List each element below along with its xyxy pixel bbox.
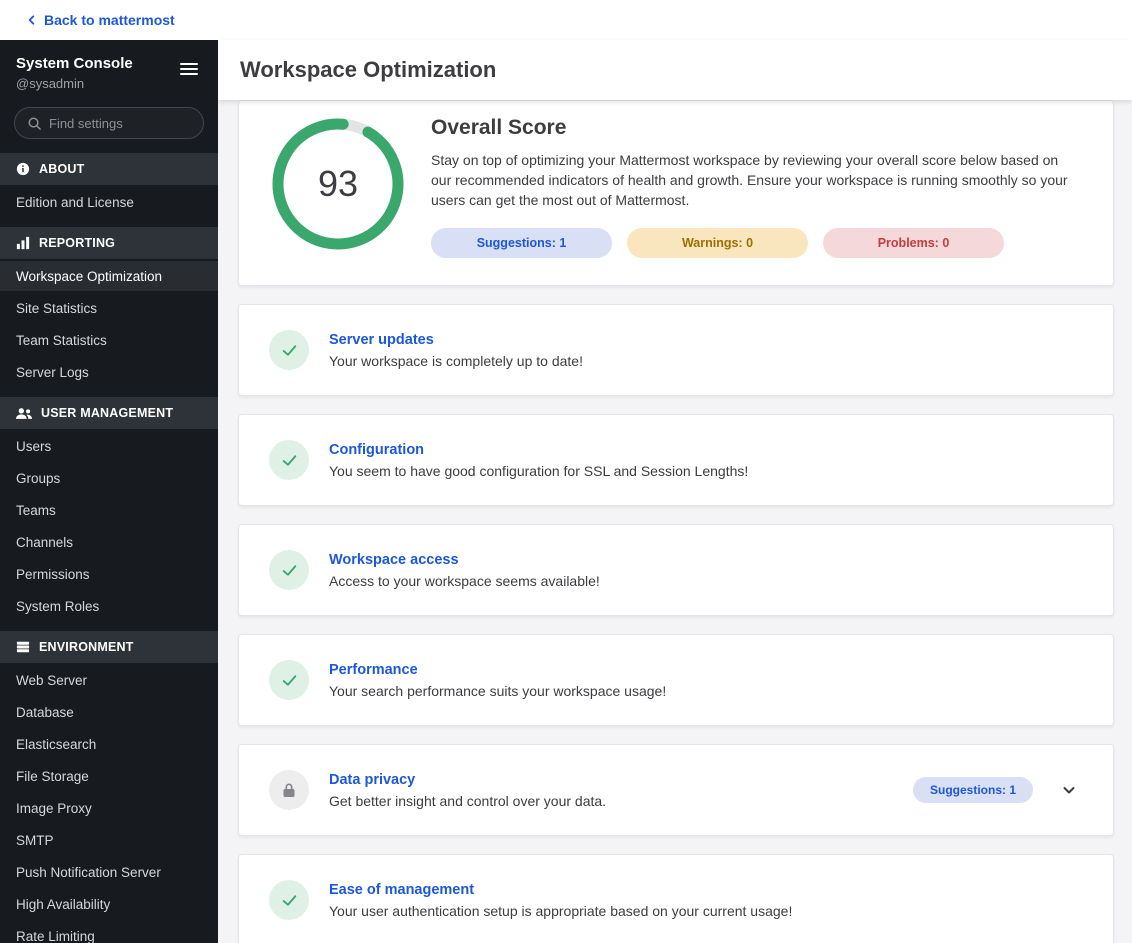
- card-title-link[interactable]: Ease of management: [329, 882, 1083, 898]
- card-title-link[interactable]: Performance: [329, 662, 1083, 678]
- search-input[interactable]: [49, 115, 191, 131]
- card-title-link[interactable]: Server updates: [329, 332, 1083, 348]
- card-text: Data privacy Get better insight and contr…: [329, 772, 913, 809]
- overview-right: Overall Score Stay on top of optimizing …: [407, 115, 1085, 285]
- card-description: Your search performance suits your works…: [329, 682, 667, 699]
- info-icon: [16, 162, 30, 176]
- sidebar-section-label: ENVIRONMENT: [39, 640, 134, 654]
- sidebar-item-site-statistics[interactable]: Site Statistics: [0, 293, 218, 323]
- back-to-mattermost-link[interactable]: Back to mattermost: [26, 12, 175, 28]
- sidebar-item-team-statistics[interactable]: Team Statistics: [0, 325, 218, 355]
- score-value: 93: [317, 163, 359, 204]
- card-text: Workspace access Access to your workspace…: [329, 552, 1083, 589]
- card-configuration: Configuration You seem to have good confi…: [238, 414, 1114, 506]
- back-link-label: Back to mattermost: [44, 12, 175, 28]
- sidebar-subtitle: @sysadmin: [16, 76, 85, 91]
- insight-cards: Server updates Your workspace is complete…: [238, 304, 1114, 943]
- overview-badges: Suggestions: 1 Warnings: 0 Problems: 0: [431, 228, 1085, 258]
- card-performance: Performance Your search performance suits…: [238, 634, 1114, 726]
- sidebar-item-smtp[interactable]: SMTP: [0, 825, 218, 855]
- card-text: Ease of management Your user authenticati…: [329, 882, 1083, 919]
- lock-icon: [269, 770, 309, 810]
- check-icon: [269, 550, 309, 590]
- sidebar-section-reporting: REPORTING: [0, 227, 218, 259]
- card-server-updates: Server updates Your workspace is complete…: [238, 304, 1114, 396]
- warnings-badge: Warnings: 0: [627, 228, 808, 258]
- problems-badge: Problems: 0: [823, 228, 1004, 258]
- sidebar-section-user-management: USER MANAGEMENT: [0, 397, 218, 429]
- sidebar-item-permissions[interactable]: Permissions: [0, 559, 218, 589]
- card-text: Performance Your search performance suits…: [329, 662, 1083, 699]
- sidebar-item-system-roles[interactable]: System Roles: [0, 591, 218, 621]
- sidebar-item-channels[interactable]: Channels: [0, 527, 218, 557]
- sidebar-item-workspace-optimization[interactable]: Workspace Optimization: [0, 261, 218, 291]
- sidebar: System Console @sysadmin ABOUT Edition an…: [0, 40, 218, 943]
- chevron-left-icon: [26, 14, 37, 26]
- sidebar-section-about: ABOUT: [0, 153, 218, 185]
- page-header: Workspace Optimization: [218, 40, 1132, 100]
- overall-score-card: 93 Overall Score Stay on top of optimizi…: [238, 100, 1114, 286]
- check-icon: [269, 660, 309, 700]
- sidebar-item-file-storage[interactable]: File Storage: [0, 761, 218, 791]
- sidebar-section-label: REPORTING: [39, 236, 116, 250]
- settings-search: [14, 107, 204, 139]
- sidebar-item-rate-limiting[interactable]: Rate Limiting: [0, 921, 218, 943]
- card-text: Configuration You seem to have good confi…: [329, 442, 1083, 479]
- server-icon: [16, 640, 30, 654]
- sidebar-item-database[interactable]: Database: [0, 697, 218, 727]
- users-icon: [16, 407, 32, 420]
- chevron-down-icon[interactable]: [1061, 782, 1077, 798]
- sidebar-section-label: ABOUT: [39, 162, 85, 176]
- card-data-privacy: Data privacy Get better insight and contr…: [238, 744, 1114, 836]
- sidebar-item-edition-and-license[interactable]: Edition and License: [0, 187, 218, 217]
- sidebar-item-teams[interactable]: Teams: [0, 495, 218, 525]
- sidebar-header: System Console @sysadmin: [0, 40, 218, 101]
- sidebar-nav: ABOUT Edition and License REPORTING Workspa…: [0, 143, 218, 943]
- check-icon: [269, 880, 309, 920]
- check-icon: [269, 330, 309, 370]
- card-description: Access to your workspace seems available…: [329, 572, 600, 589]
- menu-icon[interactable]: [176, 58, 202, 83]
- sidebar-section-environment: ENVIRONMENT: [0, 631, 218, 663]
- sidebar-item-image-proxy[interactable]: Image Proxy: [0, 793, 218, 823]
- card-title-link[interactable]: Configuration: [329, 442, 1083, 458]
- card-workspace-access: Workspace access Access to your workspace…: [238, 524, 1114, 616]
- overview-title: Overall Score: [431, 116, 567, 139]
- overview-description: Stay on top of optimizing your Mattermos…: [431, 152, 1068, 208]
- card-title-link[interactable]: Workspace access: [329, 552, 1083, 568]
- suggestions-badge: Suggestions: 1: [913, 777, 1033, 803]
- card-text: Server updates Your workspace is complete…: [329, 332, 1083, 369]
- sidebar-title: System Console: [16, 55, 133, 72]
- sidebar-section-label: USER MANAGEMENT: [41, 406, 174, 420]
- sidebar-item-web-server[interactable]: Web Server: [0, 665, 218, 695]
- content-area: 93 Overall Score Stay on top of optimizi…: [218, 100, 1132, 943]
- search-icon: [27, 116, 42, 131]
- card-right: Suggestions: 1: [913, 777, 1083, 803]
- sidebar-item-elasticsearch[interactable]: Elasticsearch: [0, 729, 218, 759]
- sidebar-item-server-logs[interactable]: Server Logs: [0, 357, 218, 387]
- card-description: You seem to have good configuration for …: [329, 462, 749, 479]
- card-description: Your user authentication setup is approp…: [329, 902, 793, 919]
- main-area: Workspace Optimization 93 Overall Score …: [218, 40, 1132, 943]
- sidebar-item-groups[interactable]: Groups: [0, 463, 218, 493]
- page-title: Workspace Optimization: [240, 57, 497, 82]
- card-title-link[interactable]: Data privacy: [329, 772, 913, 788]
- top-bar: Back to mattermost: [0, 0, 1132, 40]
- suggestions-badge: Suggestions: 1: [431, 228, 612, 258]
- sidebar-item-high-availability[interactable]: High Availability: [0, 889, 218, 919]
- check-icon: [269, 440, 309, 480]
- sidebar-identity: System Console @sysadmin: [16, 54, 133, 91]
- bar-chart-icon: [16, 236, 30, 250]
- score-ring: 93: [269, 115, 407, 253]
- card-description: Your workspace is completely up to date!: [329, 352, 583, 369]
- sidebar-item-users[interactable]: Users: [0, 431, 218, 461]
- sidebar-item-push-notification-server[interactable]: Push Notification Server: [0, 857, 218, 887]
- card-description: Get better insight and control over your…: [329, 792, 607, 809]
- card-ease-of-management: Ease of management Your user authenticati…: [238, 854, 1114, 943]
